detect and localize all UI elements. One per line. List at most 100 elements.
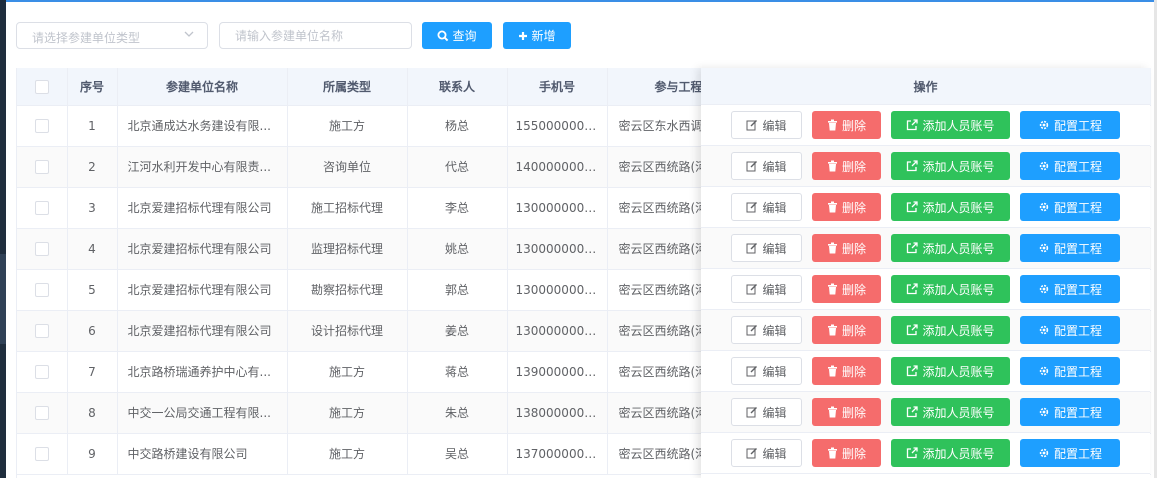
row-checkbox[interactable] [34, 282, 49, 297]
edit-button[interactable]: 编辑 [731, 316, 802, 344]
edit-button[interactable]: 编辑 [731, 234, 802, 262]
row-contact: 朱总 [407, 392, 508, 434]
row-unit-type: 施工方 [287, 433, 408, 475]
unit-type-select[interactable]: 请选择参建单位类型 [16, 22, 208, 49]
external-link-icon [906, 283, 919, 295]
row-checkbox[interactable] [34, 446, 49, 461]
row-checkbox[interactable] [34, 159, 49, 174]
add-account-button[interactable]: 添加人员账号 [891, 111, 1010, 139]
config-project-button[interactable]: 配置工程 [1020, 357, 1120, 385]
edit-button[interactable]: 编辑 [731, 275, 802, 303]
delete-button[interactable]: 删除 [812, 152, 881, 180]
add-button[interactable]: 新增 [503, 22, 571, 49]
add-account-button[interactable]: 添加人员账号 [891, 193, 1010, 221]
add-account-button[interactable]: 添加人员账号 [891, 234, 1010, 262]
trash-icon [827, 242, 838, 254]
add-account-button[interactable]: 添加人员账号 [891, 152, 1010, 180]
row-index: 1 [67, 105, 118, 147]
add-account-button[interactable]: 添加人员账号 [891, 398, 1010, 426]
row-checkbox[interactable] [34, 405, 49, 420]
config-project-button[interactable]: 配置工程 [1020, 234, 1120, 262]
delete-label: 删除 [841, 405, 866, 420]
row-checkbox[interactable] [34, 364, 49, 379]
edit-button[interactable]: 编辑 [731, 152, 802, 180]
gear-icon [1038, 160, 1050, 172]
edit-button[interactable]: 编辑 [731, 111, 802, 139]
edit-icon [746, 324, 758, 336]
edit-button[interactable]: 编辑 [731, 439, 802, 467]
config-project-label: 配置工程 [1053, 405, 1102, 420]
row-index: 2 [67, 146, 118, 188]
select-all-cell[interactable] [17, 68, 68, 106]
row-phone: 15500000000 [507, 105, 608, 147]
delete-label: 删除 [841, 282, 866, 297]
add-label: 新增 [531, 29, 556, 43]
trash-icon [827, 201, 838, 213]
edit-button[interactable]: 编辑 [731, 398, 802, 426]
delete-button[interactable]: 删除 [812, 111, 881, 139]
config-project-button[interactable]: 配置工程 [1020, 111, 1120, 139]
config-project-button[interactable]: 配置工程 [1020, 398, 1120, 426]
header-contact: 联系人 [407, 68, 508, 106]
row-contact: 姜总 [407, 310, 508, 352]
row-select-cell[interactable] [17, 269, 68, 311]
edit-button[interactable]: 编辑 [731, 357, 802, 385]
row-select-cell[interactable] [17, 433, 68, 475]
row-select-cell[interactable] [17, 146, 68, 188]
delete-label: 删除 [841, 118, 866, 133]
row-unit-type: 监理招标代理 [287, 228, 408, 270]
config-project-button[interactable]: 配置工程 [1020, 439, 1120, 467]
external-link-icon [906, 201, 919, 213]
row-checkbox[interactable] [34, 323, 49, 338]
row-index: 5 [67, 269, 118, 311]
row-select-cell[interactable] [17, 228, 68, 270]
add-account-button[interactable]: 添加人员账号 [891, 439, 1010, 467]
row-select-cell[interactable] [17, 351, 68, 393]
delete-button[interactable]: 删除 [812, 357, 881, 385]
config-project-label: 配置工程 [1053, 118, 1102, 133]
ops-row: 编辑 删除 添加人员账号 配置工程 [701, 146, 1150, 187]
config-project-button[interactable]: 配置工程 [1020, 152, 1120, 180]
row-phone: 13700000000 [507, 433, 608, 475]
row-index: 9 [67, 433, 118, 475]
edit-label: 编辑 [762, 241, 787, 256]
row-checkbox[interactable] [34, 241, 49, 256]
trash-icon [827, 324, 838, 336]
edit-button[interactable]: 编辑 [731, 193, 802, 221]
row-phone: 13000000000 [507, 310, 608, 352]
add-account-button[interactable]: 添加人员账号 [891, 357, 1010, 385]
row-select-cell[interactable] [17, 187, 68, 229]
config-project-label: 配置工程 [1053, 159, 1102, 174]
config-project-button[interactable]: 配置工程 [1020, 193, 1120, 221]
edit-label: 编辑 [762, 200, 787, 215]
row-unit-name: 北京爱建招标代理有限公司 [117, 310, 288, 352]
config-project-button[interactable]: 配置工程 [1020, 275, 1120, 303]
add-account-label: 添加人员账号 [922, 323, 995, 338]
delete-button[interactable]: 删除 [812, 234, 881, 262]
query-button[interactable]: 查询 [422, 22, 492, 49]
add-account-button[interactable]: 添加人员账号 [891, 275, 1010, 303]
row-phone: 13000000003 [507, 187, 608, 229]
config-project-button[interactable]: 配置工程 [1020, 316, 1120, 344]
row-contact: 李总 [407, 187, 508, 229]
row-select-cell[interactable] [17, 310, 68, 352]
row-unit-type: 施工方 [287, 351, 408, 393]
add-account-label: 添加人员账号 [922, 118, 995, 133]
delete-button[interactable]: 删除 [812, 193, 881, 221]
row-select-cell[interactable] [17, 105, 68, 147]
add-account-button[interactable]: 添加人员账号 [891, 316, 1010, 344]
delete-button[interactable]: 删除 [812, 439, 881, 467]
unit-name-input[interactable] [219, 22, 412, 49]
delete-button[interactable]: 删除 [812, 275, 881, 303]
external-link-icon [906, 160, 919, 172]
trash-icon [827, 406, 838, 418]
row-checkbox[interactable] [34, 200, 49, 215]
row-checkbox[interactable] [34, 118, 49, 133]
trash-icon [827, 365, 838, 377]
select-all-checkbox[interactable] [34, 79, 49, 94]
header-name: 参建单位名称 [117, 68, 288, 106]
row-select-cell[interactable] [17, 392, 68, 434]
header-ops: 操作 [701, 68, 1150, 105]
delete-button[interactable]: 删除 [812, 398, 881, 426]
delete-button[interactable]: 删除 [812, 316, 881, 344]
